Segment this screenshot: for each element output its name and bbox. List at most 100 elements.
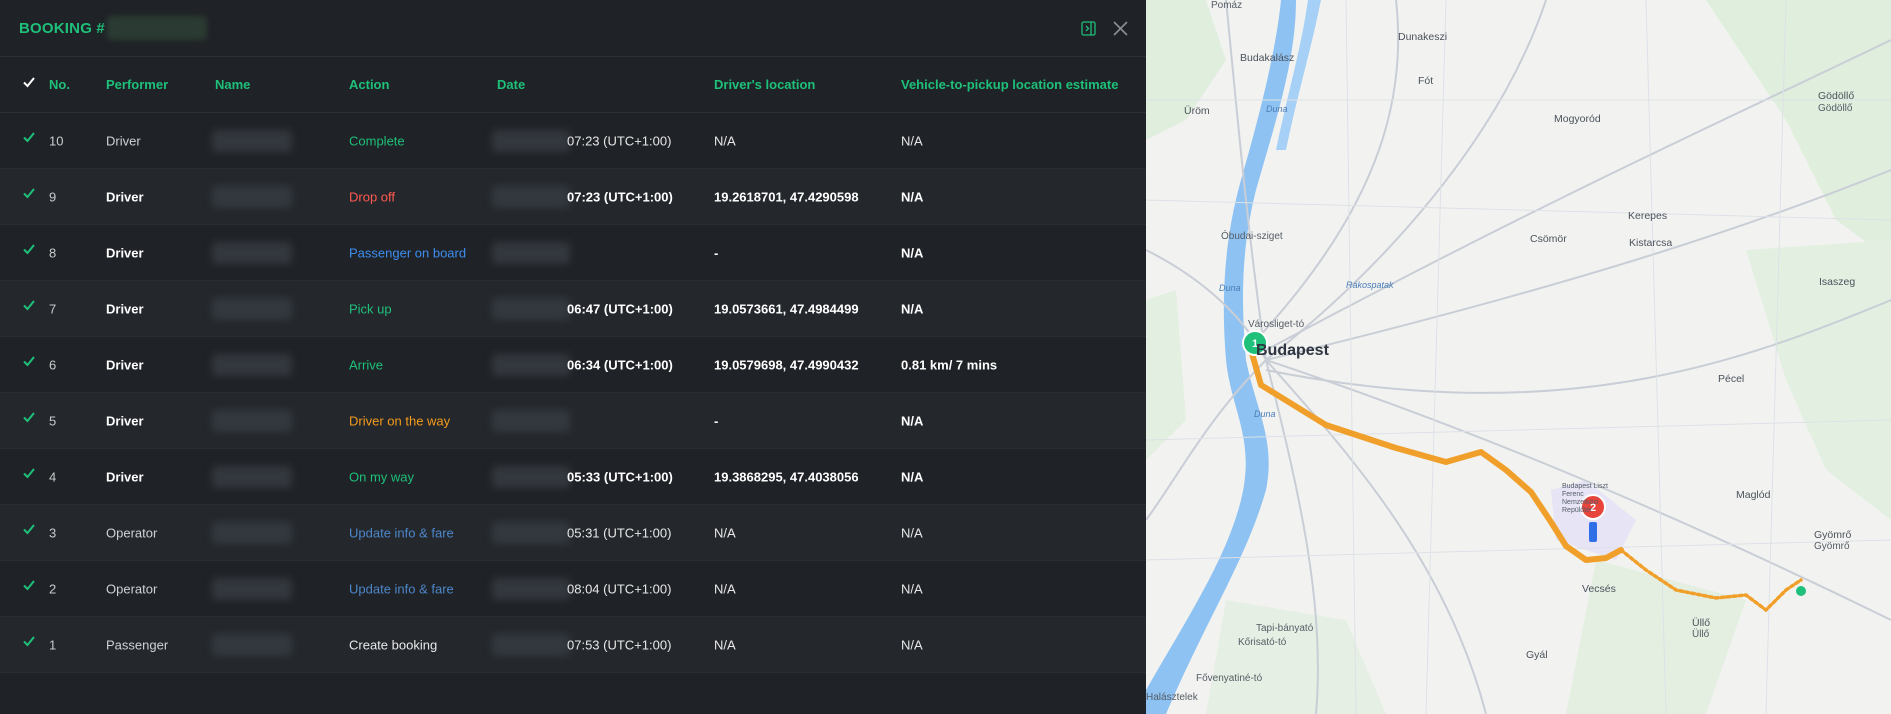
- row-action[interactable]: On my way: [349, 469, 414, 484]
- row-estimate: N/A: [901, 413, 924, 428]
- row-performer: Driver: [106, 301, 144, 316]
- row-no: 3: [49, 525, 57, 540]
- table-row[interactable]: 4 Driver On my way 05:33 (UTC+1:00) 19.3…: [0, 449, 1146, 505]
- row-no: 7: [49, 301, 57, 316]
- row-performer: Passenger: [106, 637, 169, 652]
- row-estimate: N/A: [901, 525, 923, 540]
- col-no[interactable]: No.: [49, 77, 70, 92]
- col-driver-location[interactable]: Driver's location: [714, 77, 815, 92]
- table-row[interactable]: 6 Driver Arrive 06:34 (UTC+1:00) 19.0579…: [0, 337, 1146, 393]
- row-checkbox[interactable]: [22, 186, 36, 200]
- row-driver-location: N/A: [714, 525, 736, 540]
- row-action[interactable]: Complete: [349, 133, 405, 148]
- map-label-csomor: Csömör: [1530, 233, 1567, 245]
- table-row[interactable]: 5 Driver Driver on the way - N/A: [0, 393, 1146, 449]
- redacted-date: [492, 465, 570, 488]
- row-checkbox[interactable]: [22, 410, 36, 424]
- redacted-date: [492, 409, 570, 432]
- map-label-godollo: Gödöllő: [1818, 90, 1855, 102]
- map-label-rakospatak: Rákospatak: [1346, 280, 1394, 290]
- map-label-duna-mid: Duna: [1219, 283, 1241, 293]
- row-checkbox[interactable]: [22, 298, 36, 312]
- panel-header: BOOKING #: [0, 0, 1146, 57]
- row-driver-location: N/A: [714, 581, 736, 596]
- map-label-budakalasz: Budakalász: [1240, 52, 1295, 64]
- row-checkbox[interactable]: [22, 634, 36, 648]
- row-checkbox[interactable]: [22, 354, 36, 368]
- row-performer: Driver: [106, 133, 141, 148]
- row-checkbox[interactable]: [22, 578, 36, 592]
- redacted-name: [212, 297, 292, 320]
- table-row[interactable]: 8 Driver Passenger on board - N/A: [0, 225, 1146, 281]
- row-checkbox[interactable]: [22, 522, 36, 536]
- map-label-budapest: Budapest: [1256, 342, 1329, 359]
- redacted-date: [492, 297, 570, 320]
- table-row[interactable]: 9 Driver Drop off 07:23 (UTC+1:00) 19.26…: [0, 169, 1146, 225]
- redacted-name: [212, 185, 292, 208]
- row-date: 07:23 (UTC+1:00): [567, 189, 673, 204]
- row-checkbox[interactable]: [22, 130, 36, 144]
- redacted-name: [212, 129, 292, 152]
- col-name[interactable]: Name: [215, 77, 250, 92]
- row-performer: Driver: [106, 357, 144, 372]
- row-driver-location: 19.0579698, 47.4990432: [714, 357, 859, 372]
- map-label-varosliget: Városliget-tó: [1248, 319, 1305, 330]
- row-action[interactable]: Arrive: [349, 357, 383, 372]
- table-row[interactable]: 2 Operator Update info & fare 08:04 (UTC…: [0, 561, 1146, 617]
- row-estimate: N/A: [901, 637, 923, 652]
- col-estimate[interactable]: Vehicle-to-pickup location estimate: [901, 77, 1118, 92]
- table-row[interactable]: 10 Driver Complete 07:23 (UTC+1:00) N/A …: [0, 113, 1146, 169]
- map-label-ullo-sub: Üllő: [1692, 629, 1710, 640]
- row-action[interactable]: Driver on the way: [349, 413, 450, 428]
- row-checkbox[interactable]: [22, 466, 36, 480]
- map-label-vecses: Vecsés: [1582, 583, 1616, 595]
- toggle-panel-icon[interactable]: [1078, 18, 1098, 38]
- map-label-halasztelek: Halásztelek: [1146, 692, 1198, 703]
- row-driver-location: 19.0573661, 47.4984499: [714, 301, 859, 316]
- close-icon[interactable]: [1110, 18, 1130, 38]
- row-estimate: N/A: [901, 245, 924, 260]
- row-no: 2: [49, 581, 57, 596]
- row-action[interactable]: Passenger on board: [349, 245, 466, 260]
- row-action[interactable]: Drop off: [349, 189, 395, 204]
- dropoff-pin: [1589, 522, 1597, 542]
- row-action[interactable]: Update info & fare: [349, 525, 454, 540]
- map-label-fovenyati: Fővenyatiné-tó: [1196, 673, 1263, 684]
- select-all-checkbox[interactable]: [22, 75, 36, 89]
- redacted-booking-id: [106, 16, 207, 40]
- table-row[interactable]: 3 Operator Update info & fare 05:31 (UTC…: [0, 505, 1146, 561]
- row-no: 10: [49, 133, 64, 148]
- col-date[interactable]: Date: [497, 77, 525, 92]
- col-performer[interactable]: Performer: [106, 77, 168, 92]
- route-map[interactable]: 1 2 Pomáz Budakalász Dunakeszi Fót Üröm …: [1146, 0, 1891, 714]
- map-label-isaszeg: Isaszeg: [1819, 276, 1856, 288]
- col-action[interactable]: Action: [349, 77, 389, 92]
- redacted-date: [492, 577, 570, 600]
- map-label-fot: Fót: [1418, 75, 1434, 87]
- table-row[interactable]: 1 Passenger Create booking 07:53 (UTC+1:…: [0, 617, 1146, 673]
- map-label-pecel: Pécel: [1718, 373, 1745, 385]
- row-performer: Driver: [106, 189, 144, 204]
- row-no: 6: [49, 357, 57, 372]
- row-action[interactable]: Create booking: [349, 637, 437, 652]
- row-action[interactable]: Pick up: [349, 301, 392, 316]
- redacted-name: [212, 241, 292, 264]
- redacted-name: [212, 521, 292, 544]
- table-row[interactable]: 7 Driver Pick up 06:47 (UTC+1:00) 19.057…: [0, 281, 1146, 337]
- row-performer: Operator: [106, 525, 158, 540]
- map-label-airport: Budapest Liszt Ferenc Nemzetközi Repülőt…: [1562, 483, 1608, 514]
- row-no: 9: [49, 189, 57, 204]
- map-label-pomaz: Pomáz: [1211, 0, 1243, 11]
- row-estimate: N/A: [901, 469, 924, 484]
- map-label-duna-north: Duna: [1266, 104, 1288, 114]
- map-label-duna-south: Duna: [1254, 409, 1276, 419]
- redacted-date: [492, 353, 570, 376]
- row-performer: Driver: [106, 245, 144, 260]
- redacted-name: [212, 633, 292, 656]
- driver-location-dot: [1796, 586, 1806, 596]
- redacted-name: [212, 409, 292, 432]
- row-checkbox[interactable]: [22, 242, 36, 256]
- row-action[interactable]: Update info & fare: [349, 581, 454, 596]
- map-label-obudai-sziget: Óbudai-sziget: [1221, 231, 1283, 242]
- map-label-kistarcsa: Kistarcsa: [1629, 237, 1673, 249]
